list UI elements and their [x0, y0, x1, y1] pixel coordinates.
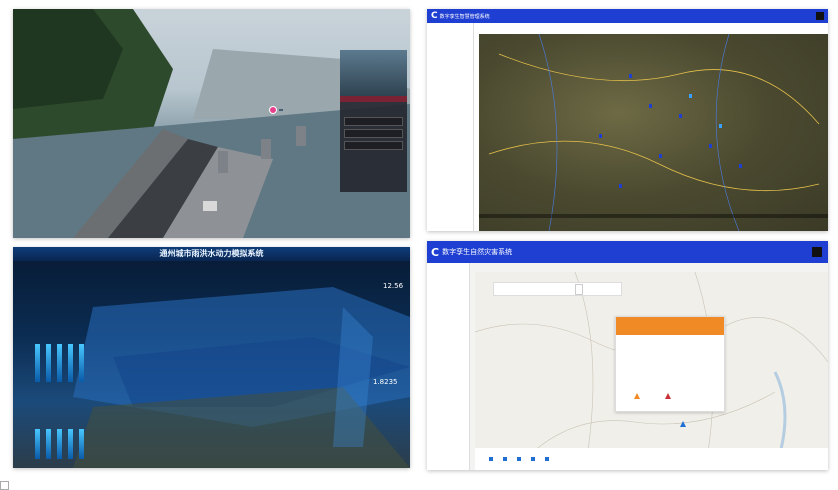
warning-body: [616, 335, 724, 341]
legend-item-5: [545, 456, 551, 462]
warning-triangle-icon[interactable]: [680, 421, 686, 427]
sidebar-item-3[interactable]: [427, 279, 469, 287]
legend-swatch: [531, 456, 535, 461]
location-marker[interactable]: [269, 106, 283, 114]
bar-group-b: [35, 417, 95, 459]
avatar[interactable]: [816, 12, 824, 20]
card-button-2[interactable]: [344, 129, 403, 138]
warning-triangle-icon[interactable]: [634, 393, 640, 399]
brand: C 数字孪生智慧管理系统: [431, 11, 490, 21]
card-footer-button[interactable]: [344, 141, 403, 150]
warning-triangle-icon[interactable]: [665, 393, 671, 399]
legend-item-2: [503, 456, 509, 462]
metric-value-a: 12.56: [383, 282, 404, 290]
satellite-map[interactable]: [479, 33, 828, 231]
level-bar: [46, 343, 51, 382]
metric-value-b: 1.8235: [373, 378, 398, 386]
info-card: [340, 50, 407, 192]
sidebar-item-2[interactable]: [427, 271, 469, 279]
card-button-1[interactable]: [344, 117, 403, 126]
app-title: 数字孪生智慧管理系统: [439, 13, 490, 20]
legend-item-1: [489, 456, 495, 462]
level-bar: [57, 343, 62, 382]
time-range-input[interactable]: [493, 282, 622, 296]
map-legend: [475, 448, 828, 470]
level-bar: [57, 428, 62, 459]
sidebar: [427, 23, 474, 231]
top-bar: C 数字孪生自然灾害系统: [427, 241, 828, 263]
legend-swatch: [503, 456, 507, 461]
app-title: 数字孪生自然灾害系统: [442, 248, 513, 256]
brand: C 数字孪生自然灾害系统: [431, 246, 512, 259]
map-admin-panel: C 数字孪生智慧管理系统: [427, 9, 828, 231]
legend-item-4: [531, 456, 537, 462]
warning-title: [616, 317, 724, 335]
filter-select[interactable]: [575, 284, 583, 295]
level-bar: [79, 428, 84, 459]
map-overlay: [479, 33, 828, 231]
level-bar: [35, 343, 40, 382]
logo-icon: C: [431, 245, 440, 259]
avatar[interactable]: [812, 247, 822, 257]
level-bar: [68, 428, 73, 459]
dam-scene-panel: [13, 9, 410, 238]
legend-swatch: [489, 456, 493, 461]
bar-group-a: [35, 337, 95, 382]
flood-sim-panel: 通州城市雨洪水动力模拟系统 12.56 1.8235: [13, 247, 410, 468]
legend-item-3: [517, 456, 523, 462]
level-bar: [79, 343, 84, 382]
level-bar: [46, 428, 51, 459]
sidebar-item-1[interactable]: [427, 263, 469, 271]
card-text: [340, 102, 407, 114]
corner-marker: [0, 481, 9, 490]
level-bar: [35, 428, 40, 459]
sidebar-item-6[interactable]: [427, 53, 473, 59]
marker-pin-icon: [269, 106, 277, 114]
level-bar: [68, 343, 73, 382]
top-bar: C 数字孪生智慧管理系统: [427, 9, 828, 23]
sidebar: [427, 263, 470, 470]
legend-swatch: [517, 456, 521, 461]
legend-swatch: [545, 456, 549, 461]
logo-icon: C: [431, 11, 438, 21]
disaster-system-panel: C 数字孪生自然灾害系统: [427, 241, 828, 470]
marker-label: [279, 109, 283, 111]
dam-thumbnail: [340, 50, 407, 96]
